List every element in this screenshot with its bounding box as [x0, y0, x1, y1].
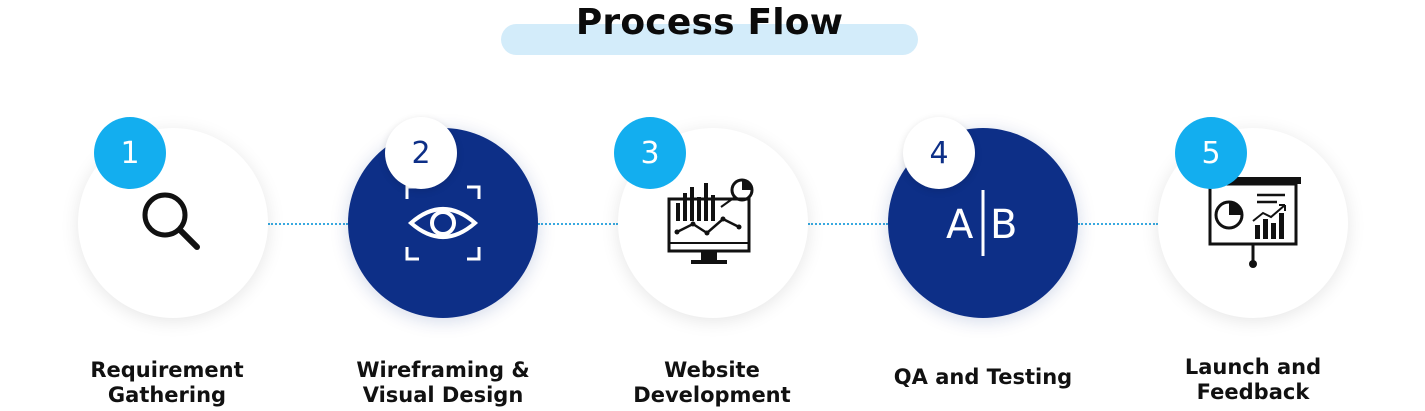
- step-3-label: Website Development: [633, 358, 791, 407]
- step-3-number-badge: 3: [614, 117, 686, 189]
- eye-scan-icon: [403, 183, 483, 263]
- presentation-board-icon: [1205, 175, 1301, 271]
- connector-3-4: [808, 223, 888, 225]
- step-4-number-badge: 4: [903, 117, 975, 189]
- page-title: Process Flow: [575, 2, 844, 43]
- ab-test-icon: A B: [938, 188, 1028, 258]
- step-2-label: Wireframing & Visual Design: [356, 358, 530, 407]
- magnifier-icon: [135, 185, 211, 261]
- connector-2-3: [538, 223, 618, 225]
- ab-letter-a: A: [946, 202, 974, 248]
- step-2-number-badge: 2: [385, 117, 457, 189]
- ab-letter-b: B: [990, 202, 1017, 248]
- step-1-number-badge: 1: [94, 117, 166, 189]
- connector-4-5: [1078, 223, 1158, 225]
- step-1-label: Requirement Gathering: [90, 358, 244, 407]
- step-4-label: QA and Testing: [893, 365, 1073, 389]
- connector-1-2: [268, 223, 348, 225]
- step-5-label: Launch and Feedback: [1184, 355, 1322, 404]
- analytics-monitor-icon: [665, 177, 761, 269]
- step-5-number-badge: 5: [1175, 117, 1247, 189]
